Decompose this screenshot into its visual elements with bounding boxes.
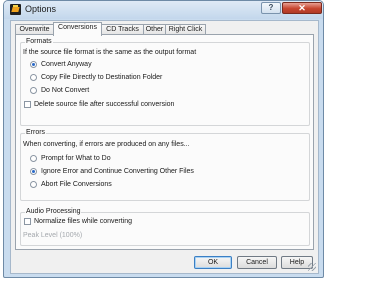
radio-copy-file-directly[interactable] <box>30 74 37 81</box>
radio-do-not-convert-label[interactable]: Do Not Convert <box>41 87 89 94</box>
radio-prompt-what-to-do[interactable] <box>30 155 37 162</box>
conversions-panel: Formats If the source file format is the… <box>15 34 314 250</box>
errors-prompt: When converting, if errors are produced … <box>23 141 190 148</box>
audio-group-title: Audio Processing <box>25 208 82 215</box>
delete-source-label[interactable]: Delete source file after successful conv… <box>34 101 174 108</box>
close-button[interactable]: ✕ <box>282 2 322 14</box>
formats-group-title: Formats <box>25 38 53 45</box>
dialog-client-area: Overwrite Conversions CD Tracks Other Ri… <box>10 20 319 274</box>
app-icon <box>10 4 21 15</box>
ok-button[interactable]: OK <box>194 256 232 269</box>
errors-group: Errors When converting, if errors are pr… <box>20 129 310 201</box>
close-icon: ✕ <box>298 3 306 13</box>
peak-level-label: Peak Level (100%) <box>23 232 83 239</box>
radio-abort-conversions-label[interactable]: Abort File Conversions <box>41 181 112 188</box>
normalize-label[interactable]: Normalize files while converting <box>34 218 132 225</box>
radio-copy-file-directly-label[interactable]: Copy File Directly to Destination Folder <box>41 74 162 81</box>
normalize-checkbox[interactable] <box>24 218 31 225</box>
errors-group-title: Errors <box>25 129 47 136</box>
title-help-button[interactable]: ? <box>261 2 281 14</box>
radio-convert-anyway-label[interactable]: Convert Anyway <box>41 61 92 68</box>
options-dialog: Options ? ✕ Overwrite Conversions CD Tra… <box>3 0 324 278</box>
radio-ignore-error-label[interactable]: Ignore Error and Continue Converting Oth… <box>41 168 194 175</box>
window-title: Options <box>25 4 57 14</box>
title-bar[interactable]: Options ? ✕ <box>4 1 323 19</box>
tab-conversions[interactable]: Conversions <box>53 22 102 36</box>
formats-group: Formats If the source file format is the… <box>20 38 310 126</box>
cancel-button[interactable]: Cancel <box>237 256 277 269</box>
resize-grip-icon[interactable] <box>308 263 316 271</box>
radio-prompt-what-to-do-label[interactable]: Prompt for What to Do <box>41 155 111 162</box>
delete-source-checkbox[interactable] <box>24 101 31 108</box>
radio-ignore-error[interactable] <box>30 168 37 175</box>
radio-do-not-convert[interactable] <box>30 87 37 94</box>
audio-processing-group: Audio Processing Normalize files while c… <box>20 208 310 246</box>
formats-prompt: If the source file format is the same as… <box>23 49 197 56</box>
radio-convert-anyway[interactable] <box>30 61 37 68</box>
radio-abort-conversions[interactable] <box>30 181 37 188</box>
